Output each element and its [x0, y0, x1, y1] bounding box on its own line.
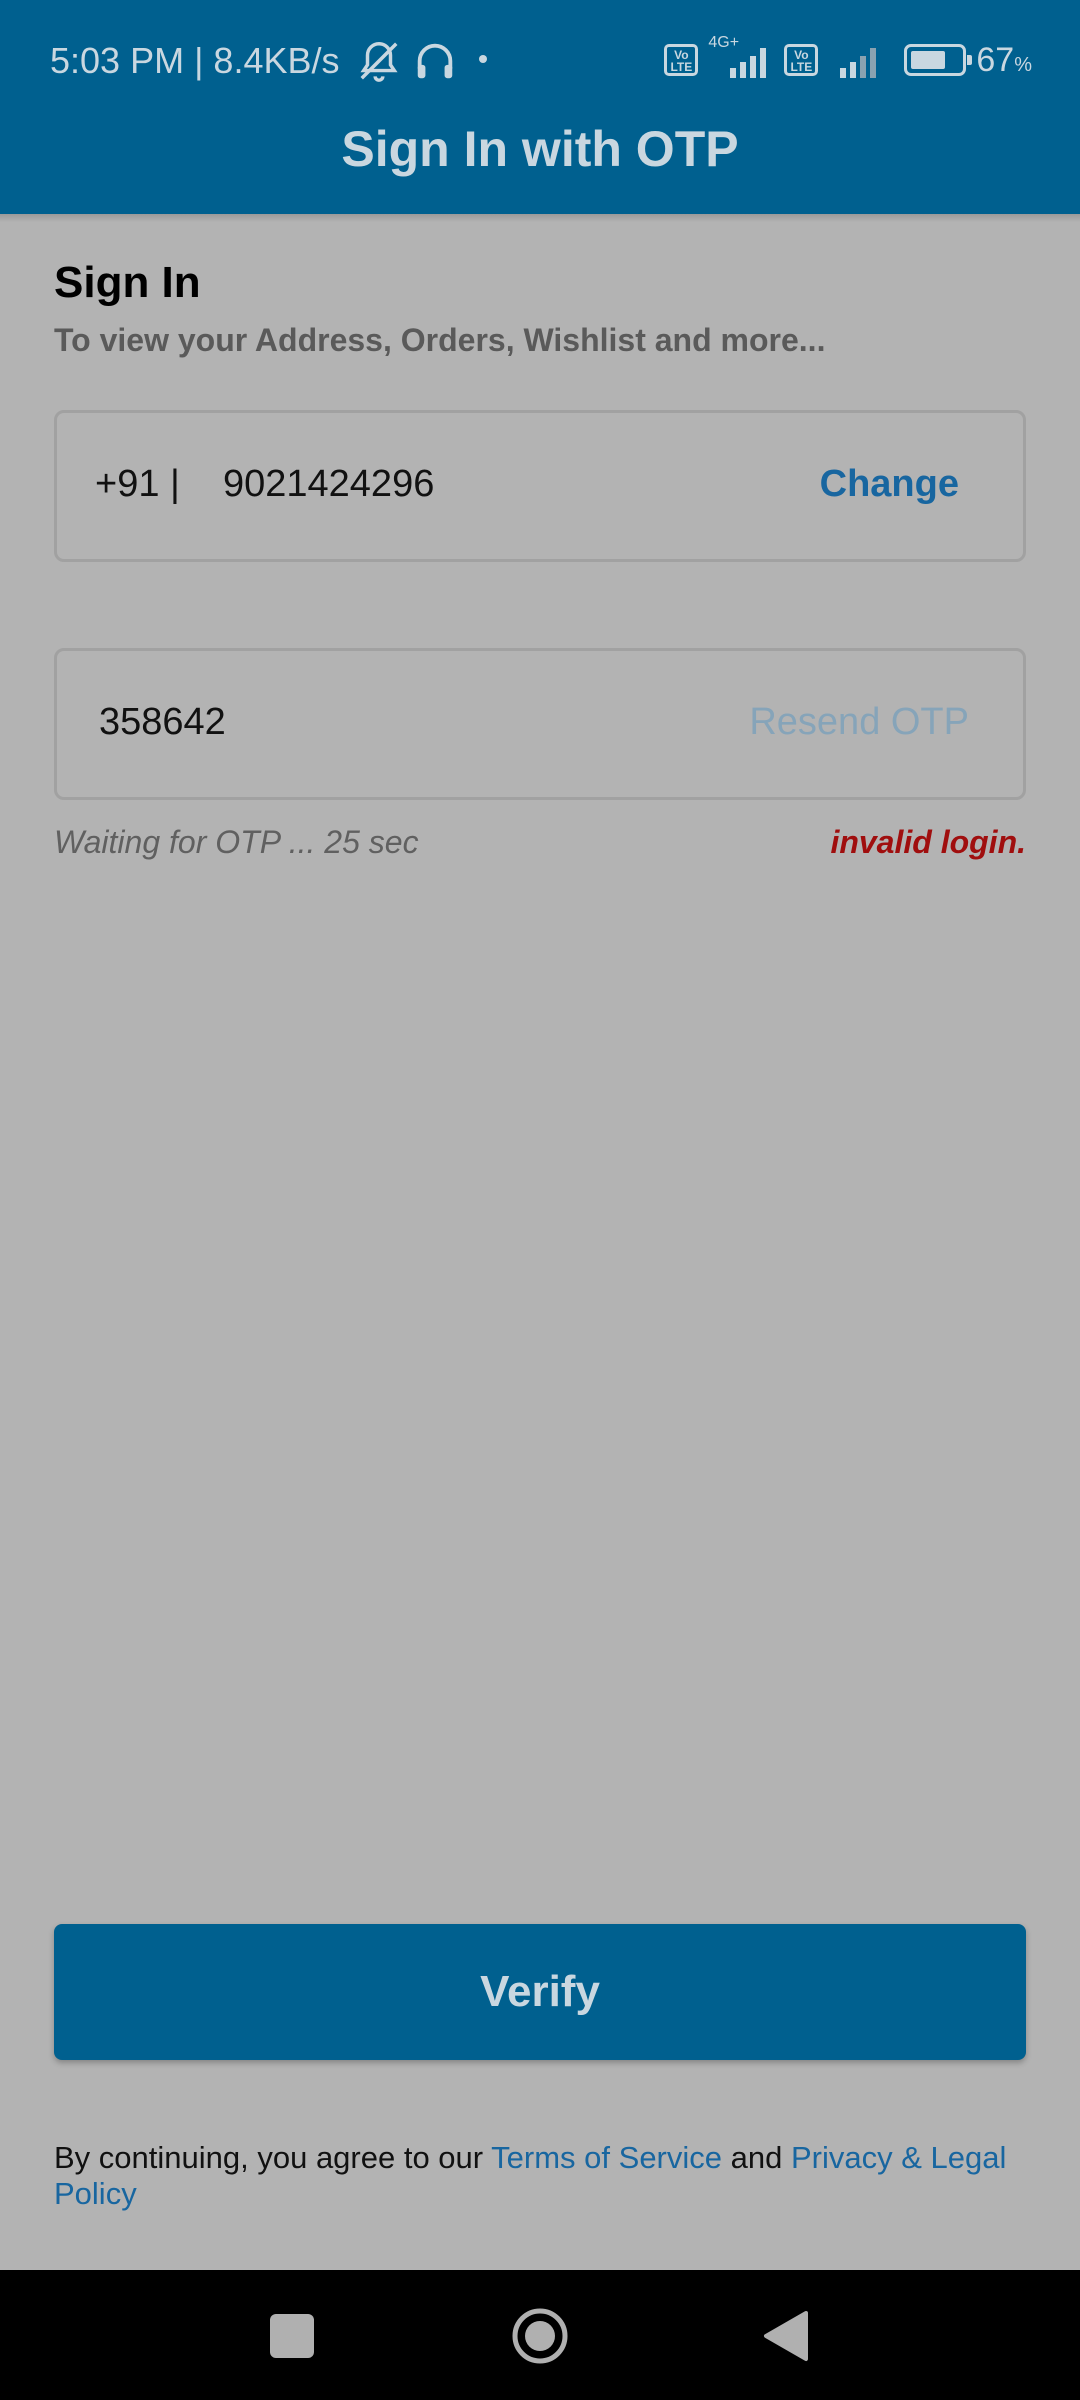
verify-button[interactable]: Verify — [54, 1924, 1026, 2060]
error-message: invalid login. — [830, 824, 1026, 860]
status-time: 5:03 PM | 8.4KB/s — [50, 40, 340, 81]
volte-icon: Vo LTE — [664, 44, 699, 76]
otp-waiting-text: Waiting for OTP ... 25 sec — [54, 824, 419, 860]
status-right: Vo LTE 4G+ Vo LTE 67% — [664, 34, 1032, 80]
otp-field[interactable]: 358642 Resend OTP — [54, 648, 1026, 800]
headset-icon — [417, 43, 453, 79]
battery-percent: 67% — [976, 41, 1032, 80]
recents-button[interactable] — [270, 2314, 314, 2358]
otp-input-value[interactable]: 358642 — [99, 701, 226, 744]
resend-otp-button[interactable]: Resend OTP — [749, 701, 969, 744]
legal-prefix: By continuing, you agree to our — [54, 2140, 492, 2175]
app-bar: 5:03 PM | 8.4KB/s Vo LTE 4G+ Vo LTE 67% … — [0, 0, 1080, 214]
dot-icon — [479, 55, 487, 63]
signal-icon: 4G+ — [708, 34, 774, 80]
signin-subheading: To view your Address, Orders, Wishlist a… — [54, 322, 826, 358]
page-title: Sign In with OTP — [341, 121, 739, 177]
muted-bell-icon — [360, 42, 398, 82]
phone-number: 9021424296 — [223, 463, 435, 505]
home-button[interactable] — [511, 2307, 569, 2365]
battery-fill — [911, 51, 946, 69]
system-nav-bar — [0, 2270, 1080, 2400]
signal-icon-2 — [828, 40, 894, 80]
legal-and: and — [722, 2140, 791, 2175]
status-bar: 5:03 PM | 8.4KB/s Vo LTE 4G+ Vo LTE 67% — [0, 0, 1080, 120]
change-button[interactable]: Change — [820, 463, 959, 506]
volte-icon-2: Vo LTE — [784, 44, 819, 76]
battery-percent-value: 67 — [976, 40, 1015, 79]
legal-text: By continuing, you agree to our Terms of… — [54, 2140, 1034, 2212]
back-button[interactable] — [760, 2310, 810, 2362]
signin-heading: Sign In — [54, 258, 201, 307]
terms-link[interactable]: Terms of Service — [491, 2140, 722, 2175]
battery-nub — [967, 55, 973, 65]
battery-icon — [904, 44, 973, 76]
country-code: +91 | — [95, 463, 180, 505]
app-bar-shadow — [0, 214, 1080, 222]
battery-percent-unit: % — [1014, 53, 1032, 76]
phone-field[interactable]: +91 | 9021424296 Change — [54, 410, 1026, 562]
